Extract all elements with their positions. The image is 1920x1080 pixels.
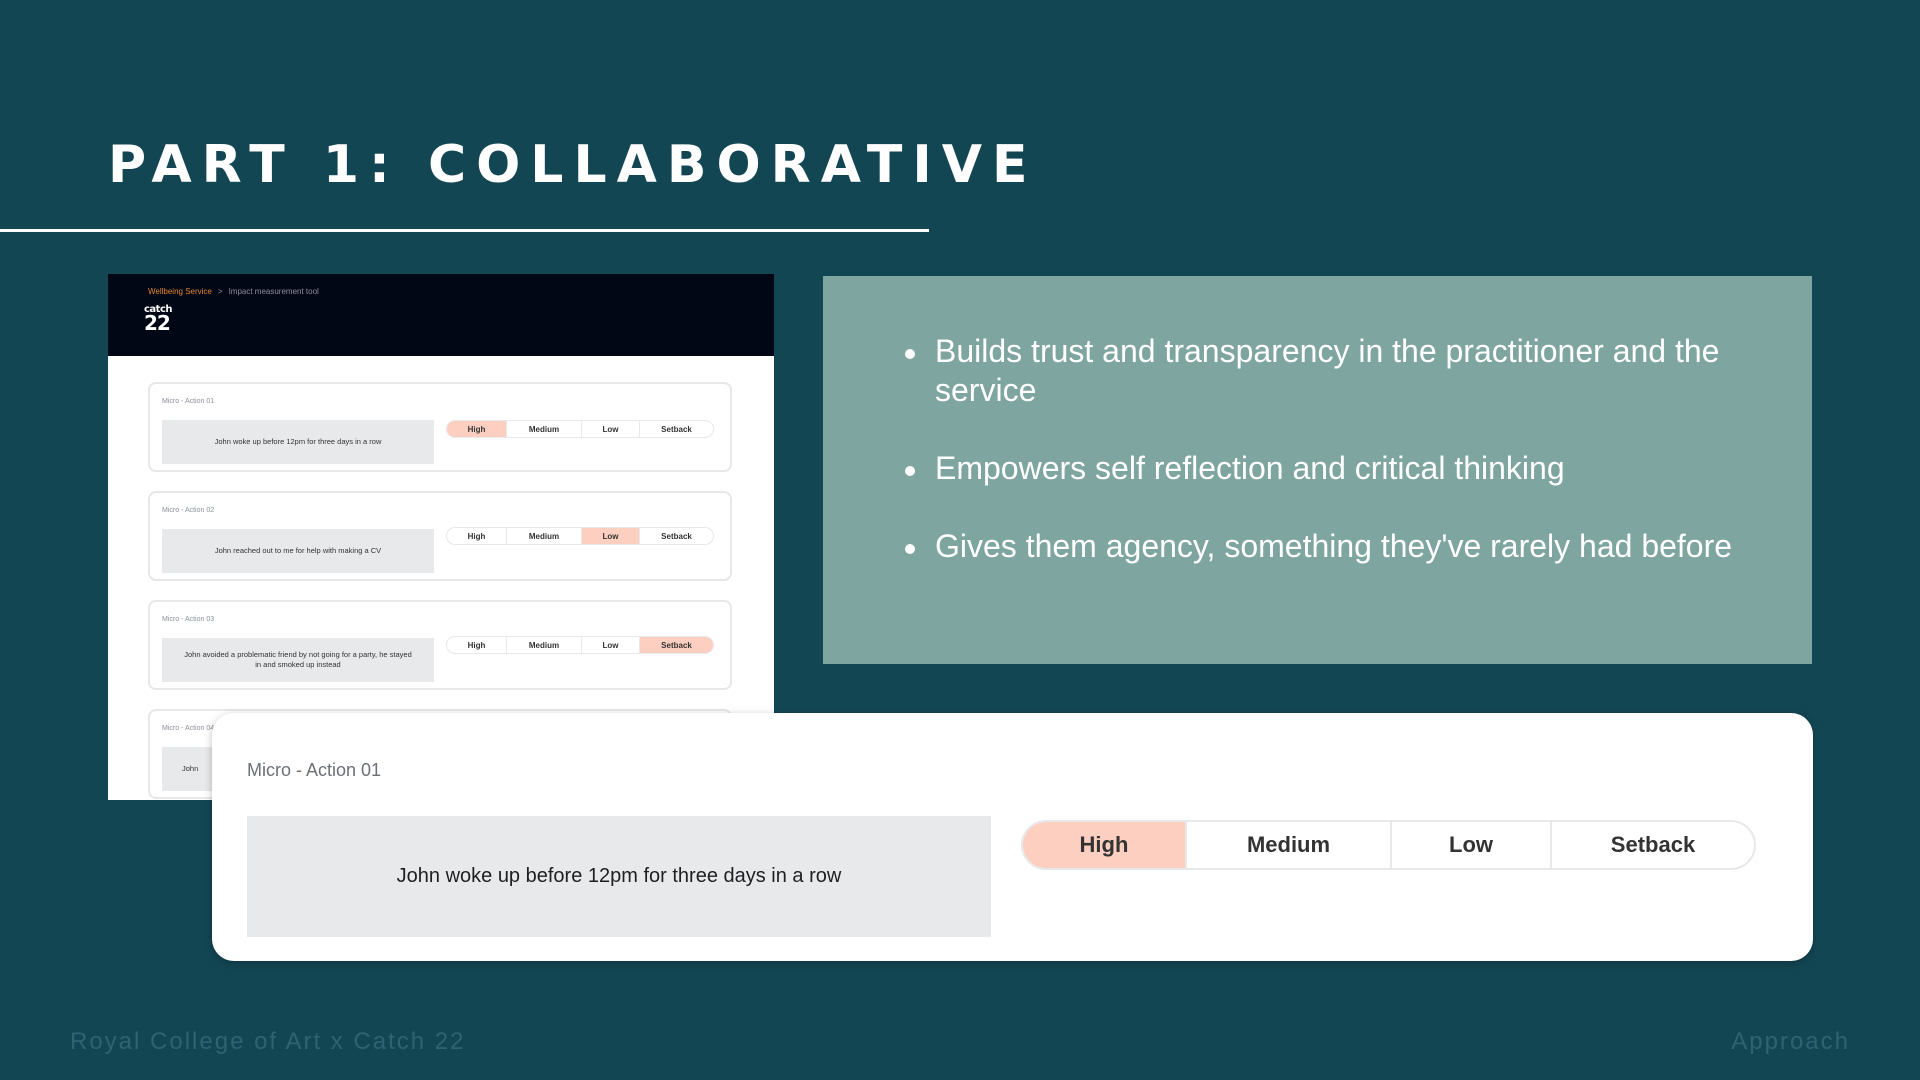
benefits-list: Builds trust and transparency in the pra… bbox=[905, 332, 1755, 605]
rating-option-setback[interactable]: Setback bbox=[639, 637, 713, 653]
rating-option-medium[interactable]: Medium bbox=[1185, 822, 1390, 868]
rating-option-low[interactable]: Low bbox=[581, 528, 639, 544]
benefit-text: Builds trust and transparency in the pra… bbox=[935, 333, 1720, 408]
rating-option-setback[interactable]: Setback bbox=[1550, 822, 1754, 868]
rating-option-low[interactable]: Low bbox=[581, 421, 639, 437]
rating-option-high[interactable]: High bbox=[447, 421, 506, 437]
title-underline bbox=[0, 229, 929, 232]
micro-action-card: Micro - Action 03 John avoided a problem… bbox=[148, 600, 732, 690]
bullet-icon bbox=[905, 466, 915, 476]
benefits-panel: Builds trust and transparency in the pra… bbox=[823, 276, 1812, 664]
micro-action-text: John avoided a problematic friend by not… bbox=[162, 638, 434, 682]
zoomed-micro-action-card: Micro - Action 01 John woke up before 12… bbox=[212, 713, 1813, 961]
micro-action-text: John woke up before 12pm for three days … bbox=[162, 420, 434, 464]
rating-selector: High Medium Low Setback bbox=[1021, 820, 1756, 870]
catch22-logo: catch 22 bbox=[144, 305, 173, 335]
benefit-text: Empowers self reflection and critical th… bbox=[935, 450, 1565, 486]
rating-selector: High Medium Low Setback bbox=[446, 527, 714, 545]
rating-option-setback[interactable]: Setback bbox=[639, 528, 713, 544]
app-header: Wellbeing Service > Impact measurement too… bbox=[108, 274, 774, 356]
micro-action-label: Micro - Action 02 bbox=[162, 507, 215, 514]
micro-action-label: Micro - Action 04 bbox=[162, 725, 215, 732]
breadcrumb-separator-icon: > bbox=[217, 287, 223, 296]
benefit-item: Gives them agency, something they've rar… bbox=[905, 527, 1755, 566]
rating-option-high[interactable]: High bbox=[1023, 822, 1185, 868]
benefit-item: Builds trust and transparency in the pra… bbox=[905, 332, 1755, 410]
micro-action-text: John woke up before 12pm for three days … bbox=[247, 816, 991, 937]
rating-selector: High Medium Low Setback bbox=[446, 420, 714, 438]
rating-option-low[interactable]: Low bbox=[581, 637, 639, 653]
rating-option-setback[interactable]: Setback bbox=[639, 421, 713, 437]
footer-section-label: Approach bbox=[1731, 1028, 1850, 1055]
bullet-icon bbox=[905, 349, 915, 359]
micro-action-label: Micro - Action 01 bbox=[162, 398, 215, 405]
micro-action-card: Micro - Action 02 John reached out to me… bbox=[148, 491, 732, 581]
rating-option-medium[interactable]: Medium bbox=[506, 528, 581, 544]
rating-option-medium[interactable]: Medium bbox=[506, 637, 581, 653]
breadcrumb: Wellbeing Service > Impact measurement too… bbox=[148, 287, 319, 296]
micro-action-text: John reached out to me for help with mak… bbox=[162, 529, 434, 573]
benefit-item: Empowers self reflection and critical th… bbox=[905, 449, 1755, 488]
breadcrumb-current: Impact measurement tool bbox=[228, 287, 319, 296]
micro-action-label: Micro - Action 01 bbox=[247, 760, 382, 780]
breadcrumb-parent-link[interactable]: Wellbeing Service bbox=[148, 287, 212, 296]
footer-credit: Royal College of Art x Catch 22 bbox=[70, 1028, 466, 1055]
rating-option-medium[interactable]: Medium bbox=[506, 421, 581, 437]
benefit-text: Gives them agency, something they've rar… bbox=[935, 528, 1733, 564]
page-title: PART 1: COLLABORATIVE bbox=[108, 135, 1038, 195]
micro-action-card: Micro - Action 01 John woke up before 12… bbox=[148, 382, 732, 472]
rating-option-low[interactable]: Low bbox=[1390, 822, 1550, 868]
micro-action-label: Micro - Action 03 bbox=[162, 616, 215, 623]
rating-selector: High Medium Low Setback bbox=[446, 636, 714, 654]
bullet-icon bbox=[905, 544, 915, 554]
rating-option-high[interactable]: High bbox=[447, 528, 506, 544]
rating-option-high[interactable]: High bbox=[447, 637, 506, 653]
logo-line2: 22 bbox=[144, 310, 171, 335]
